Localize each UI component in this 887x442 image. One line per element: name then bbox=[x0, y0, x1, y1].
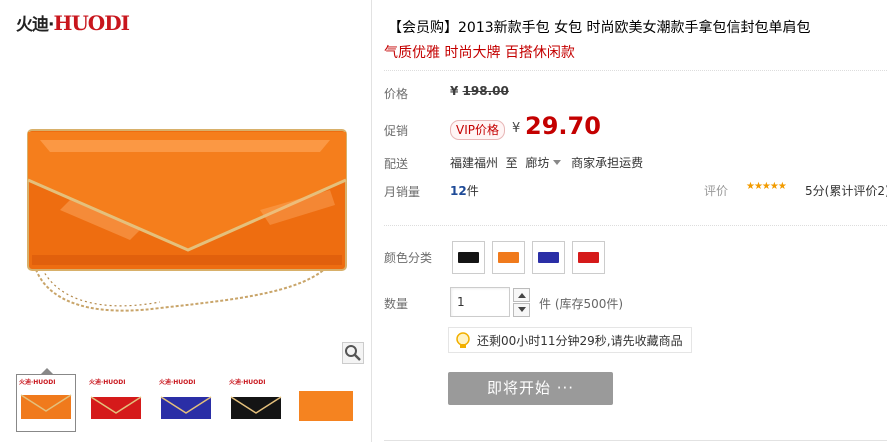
ship-to-word: 至 bbox=[505, 156, 518, 170]
stock-info: 件 (库存500件) bbox=[539, 295, 623, 312]
thumbnail-2[interactable]: 火迪·HUODI bbox=[86, 374, 146, 432]
coming-soon-button[interactable]: 即将开始 ··· bbox=[448, 372, 613, 405]
color-option-red[interactable] bbox=[572, 241, 605, 274]
original-price-value: 198.00 bbox=[462, 84, 509, 98]
lightbulb-icon bbox=[456, 332, 470, 348]
thumbnail-brand: 火迪·HUODI bbox=[89, 379, 126, 386]
vip-price-badge: VIP价格 bbox=[450, 120, 505, 140]
product-title: 【会员购】2013新款手包 女包 时尚欧美女潮款手拿包信封包单肩包 bbox=[388, 20, 811, 36]
product-gallery: 火迪·HUODI 火迪·HUODI 火迪·HUODI 火迪·HUODI 火迪·H… bbox=[0, 0, 372, 442]
chevron-down-icon bbox=[553, 160, 562, 165]
quantity-unit: 件 bbox=[539, 297, 552, 311]
promo-price: 29.70 bbox=[525, 112, 601, 140]
bag-swatch-red bbox=[578, 252, 599, 263]
thumbnail-brand: 火迪·HUODI bbox=[229, 379, 266, 386]
color-option-black[interactable] bbox=[452, 241, 485, 274]
bag-swatch-blue bbox=[538, 252, 559, 263]
ship-destination-select[interactable]: 廊坊 bbox=[525, 156, 567, 170]
sales-label: 月销量 bbox=[384, 185, 421, 199]
thumbnail-4[interactable]: 火迪·HUODI bbox=[226, 374, 286, 432]
color-option-blue[interactable] bbox=[532, 241, 565, 274]
bag-swatch-black bbox=[458, 252, 479, 263]
shipping-label: 配送 bbox=[384, 157, 409, 171]
divider bbox=[384, 225, 887, 226]
promo-label: 促销 bbox=[384, 124, 409, 138]
original-price: ¥ 198.00 bbox=[450, 84, 509, 98]
shipping-note: 商家承担运费 bbox=[571, 156, 644, 170]
rating-label: 评价 bbox=[704, 184, 729, 198]
quantity-input[interactable] bbox=[450, 287, 510, 317]
divider bbox=[384, 440, 887, 441]
chevron-up-icon bbox=[518, 293, 526, 298]
price-label: 价格 bbox=[384, 87, 409, 101]
divider bbox=[384, 70, 887, 71]
quantity-increase-button[interactable] bbox=[513, 288, 530, 302]
product-info: 【会员购】2013新款手包 女包 时尚欧美女潮款手拿包信封包单肩包 气质优雅 时… bbox=[384, 0, 887, 442]
thumbnail-5[interactable] bbox=[296, 374, 356, 432]
main-product-image bbox=[27, 129, 347, 312]
active-indicator bbox=[41, 368, 53, 374]
brand-logo-cn: 火迪· bbox=[16, 15, 54, 35]
chevron-down-icon bbox=[518, 307, 526, 312]
countdown-notice: 还剩00小时11分钟29秒,请先收藏商品 bbox=[448, 327, 692, 353]
monthly-sales: 12件 bbox=[450, 182, 479, 199]
thumbnail-brand: 火迪·HUODI bbox=[19, 379, 56, 386]
product-subtitle: 气质优雅 时尚大牌 百搭休闲款 bbox=[384, 45, 575, 61]
color-label: 颜色分类 bbox=[384, 251, 433, 265]
thumbnail-strip: 火迪·HUODI 火迪·HUODI 火迪·HUODI 火迪·HUODI bbox=[10, 368, 366, 436]
thumbnail-brand: 火迪·HUODI bbox=[159, 379, 196, 386]
bag-swatch-orange bbox=[498, 252, 519, 263]
brand-logo: 火迪·HUODI bbox=[16, 10, 130, 36]
countdown-text: 还剩00小时11分钟29秒,请先收藏商品 bbox=[477, 334, 683, 348]
sales-unit: 件 bbox=[466, 184, 479, 198]
quantity-label: 数量 bbox=[384, 297, 409, 311]
magnifier-icon bbox=[345, 345, 361, 361]
thumbnail-1[interactable]: 火迪·HUODI bbox=[16, 368, 76, 432]
quantity-decrease-button[interactable] bbox=[513, 303, 530, 317]
zoom-button[interactable] bbox=[342, 342, 364, 364]
thumbnail-5-image bbox=[299, 391, 353, 421]
stock-count: (库存500件) bbox=[554, 297, 624, 311]
shipping-info: 福建福州 至 廊坊 商家承担运费 bbox=[450, 154, 643, 171]
sales-count: 12 bbox=[450, 184, 467, 198]
thumbnail-3[interactable]: 火迪·HUODI bbox=[156, 374, 216, 432]
promo-currency: ¥ bbox=[512, 121, 521, 136]
brand-logo-en: HUODI bbox=[53, 11, 129, 35]
ship-destination: 廊坊 bbox=[525, 156, 550, 170]
color-option-orange[interactable] bbox=[492, 241, 525, 274]
rating-summary-link[interactable]: 5分(累计评价2) bbox=[805, 182, 887, 199]
original-price-currency: ¥ bbox=[450, 84, 459, 98]
ship-from: 福建福州 bbox=[450, 156, 499, 170]
star-rating-icon: ★★★★★ bbox=[746, 181, 787, 192]
